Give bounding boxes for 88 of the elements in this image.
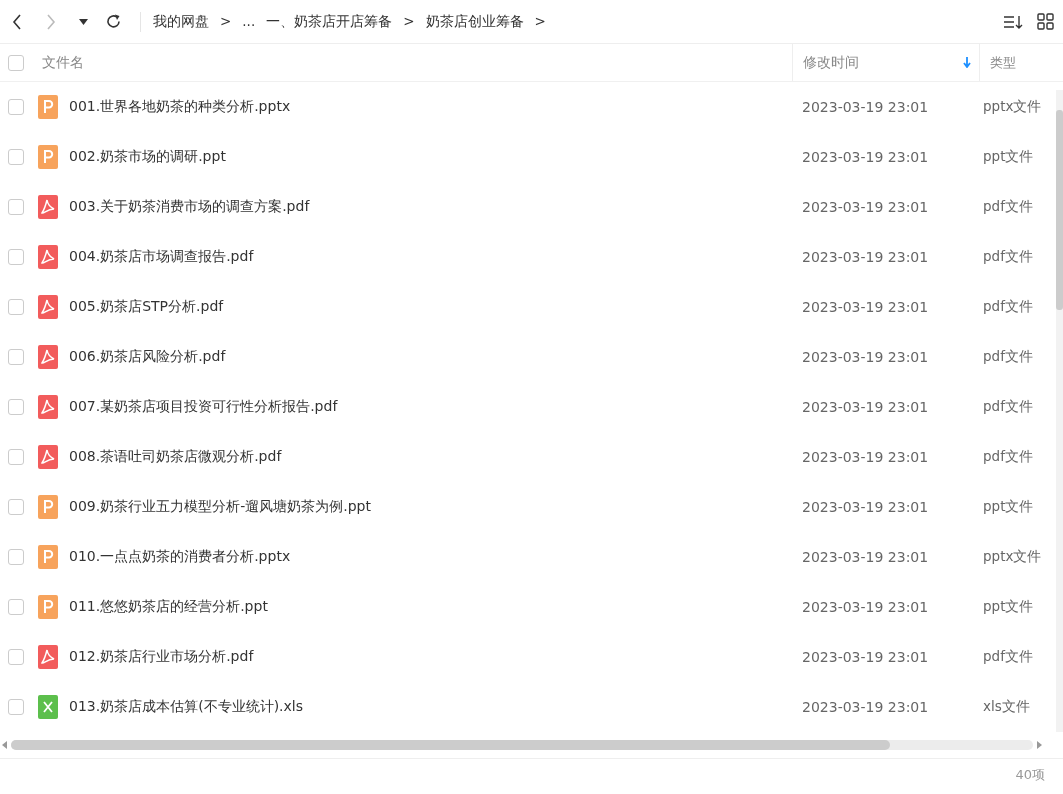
pdf-file-icon bbox=[38, 245, 58, 269]
column-header[interactable]: 文件名 bbox=[42, 53, 84, 72]
modified-time: 2023-03-19 23:01 bbox=[802, 149, 929, 165]
file-type: pdf文件 bbox=[983, 248, 1033, 266]
select-all-checkbox[interactable] bbox=[8, 54, 24, 71]
spreadsheet-file-icon bbox=[38, 695, 58, 719]
file-name[interactable]: 011.悠悠奶茶店的经营分析.ppt bbox=[69, 598, 268, 616]
pdf-file-icon bbox=[38, 645, 58, 669]
row-checkbox[interactable] bbox=[8, 299, 24, 315]
sort-icon[interactable] bbox=[1003, 13, 1023, 30]
presentation-file-icon bbox=[38, 95, 58, 119]
presentation-file-icon bbox=[38, 495, 58, 519]
breadcrumb-item[interactable]: ... bbox=[242, 12, 256, 31]
row-checkbox[interactable] bbox=[8, 699, 24, 715]
row-checkbox[interactable] bbox=[8, 649, 24, 665]
file-name[interactable]: 004.奶茶店市场调查报告.pdf bbox=[69, 248, 254, 266]
modified-time: 2023-03-19 23:01 bbox=[802, 599, 929, 615]
breadcrumb-item[interactable]: 我的网盘 bbox=[153, 12, 209, 31]
file-type: pdf文件 bbox=[983, 398, 1033, 416]
row-checkbox[interactable] bbox=[8, 499, 24, 515]
file-type: pdf文件 bbox=[983, 648, 1033, 666]
row-checkbox[interactable] bbox=[8, 199, 24, 215]
grid-view-icon[interactable] bbox=[1037, 13, 1054, 30]
breadcrumb-item[interactable]: > bbox=[220, 12, 232, 31]
column-header[interactable]: 修改时间 bbox=[803, 53, 859, 72]
file-name[interactable]: 013.奶茶店成本估算(不专业统计).xls bbox=[69, 698, 303, 716]
file-type: pdf文件 bbox=[983, 348, 1033, 366]
file-name[interactable]: 007.某奶茶店项目投资可行性分析报告.pdf bbox=[69, 398, 338, 416]
row-checkbox[interactable] bbox=[8, 449, 24, 465]
pdf-file-icon bbox=[38, 445, 58, 469]
back-icon[interactable] bbox=[11, 13, 23, 30]
file-name[interactable]: 002.奶茶市场的调研.ppt bbox=[69, 148, 226, 166]
row-checkbox[interactable] bbox=[8, 599, 24, 615]
item-count: 40项 bbox=[1015, 766, 1045, 784]
file-type: pdf文件 bbox=[983, 298, 1033, 316]
modified-time: 2023-03-19 23:01 bbox=[802, 549, 929, 565]
file-type: ppt文件 bbox=[983, 598, 1034, 616]
file-name[interactable]: 012.奶茶店行业市场分析.pdf bbox=[69, 648, 254, 666]
modified-time: 2023-03-19 23:01 bbox=[802, 299, 929, 315]
row-checkbox[interactable] bbox=[8, 399, 24, 415]
scroll-right-icon[interactable] bbox=[1037, 741, 1042, 749]
pdf-file-icon bbox=[38, 195, 58, 219]
modified-time: 2023-03-19 23:01 bbox=[802, 349, 929, 365]
pdf-file-icon bbox=[38, 395, 58, 419]
row-checkbox[interactable] bbox=[8, 149, 24, 165]
row-checkbox[interactable] bbox=[8, 249, 24, 265]
file-type: ppt文件 bbox=[983, 148, 1034, 166]
forward-icon[interactable] bbox=[45, 13, 57, 30]
modified-time: 2023-03-19 23:01 bbox=[802, 99, 929, 115]
scroll-left-icon[interactable] bbox=[2, 741, 7, 749]
file-name[interactable]: 006.奶茶店风险分析.pdf bbox=[69, 348, 226, 366]
modified-time: 2023-03-19 23:01 bbox=[802, 649, 929, 665]
file-type: pptx文件 bbox=[983, 548, 1042, 566]
file-type: pptx文件 bbox=[983, 98, 1042, 116]
presentation-file-icon bbox=[38, 545, 58, 569]
breadcrumb-item[interactable]: 奶茶店创业筹备 bbox=[425, 12, 524, 31]
breadcrumb-item[interactable]: > bbox=[534, 12, 546, 31]
modified-time: 2023-03-19 23:01 bbox=[802, 449, 929, 465]
file-name[interactable]: 010.一点点奶茶的消费者分析.pptx bbox=[69, 548, 291, 566]
horizontal-scrollbar[interactable] bbox=[11, 740, 1033, 750]
modified-time: 2023-03-19 23:01 bbox=[802, 199, 929, 215]
file-type: pdf文件 bbox=[983, 198, 1033, 216]
pdf-file-icon bbox=[38, 295, 58, 319]
column-header[interactable]: 类型 bbox=[990, 53, 1016, 72]
file-name[interactable]: 001.世界各地奶茶的种类分析.pptx bbox=[69, 98, 291, 116]
breadcrumb-item[interactable]: > bbox=[403, 12, 415, 31]
file-type: ppt文件 bbox=[983, 498, 1034, 516]
presentation-file-icon bbox=[38, 145, 58, 169]
refresh-icon[interactable] bbox=[105, 13, 122, 30]
file-name[interactable]: 009.奶茶行业五力模型分析-遛风塘奶茶为例.ppt bbox=[69, 498, 371, 516]
row-checkbox[interactable] bbox=[8, 549, 24, 565]
file-type: pdf文件 bbox=[983, 448, 1033, 466]
file-type: xls文件 bbox=[983, 698, 1030, 716]
file-name[interactable]: 005.奶茶店STP分析.pdf bbox=[69, 298, 224, 316]
vertical-scrollbar[interactable] bbox=[1056, 90, 1063, 732]
file-name[interactable]: 008.茶语吐司奶茶店微观分析.pdf bbox=[69, 448, 282, 466]
presentation-file-icon bbox=[38, 595, 58, 619]
modified-time: 2023-03-19 23:01 bbox=[802, 699, 929, 715]
modified-time: 2023-03-19 23:01 bbox=[802, 499, 929, 515]
row-checkbox[interactable] bbox=[8, 99, 24, 115]
file-name[interactable]: 003.关于奶茶消费市场的调查方案.pdf bbox=[69, 198, 310, 216]
breadcrumb-item[interactable]: 一、奶茶店开店筹备 bbox=[266, 12, 393, 31]
row-checkbox[interactable] bbox=[8, 349, 24, 365]
sort-arrow-icon bbox=[963, 57, 971, 68]
modified-time: 2023-03-19 23:01 bbox=[802, 399, 929, 415]
dropdown-icon[interactable] bbox=[79, 18, 88, 25]
modified-time: 2023-03-19 23:01 bbox=[802, 249, 929, 265]
pdf-file-icon bbox=[38, 345, 58, 369]
